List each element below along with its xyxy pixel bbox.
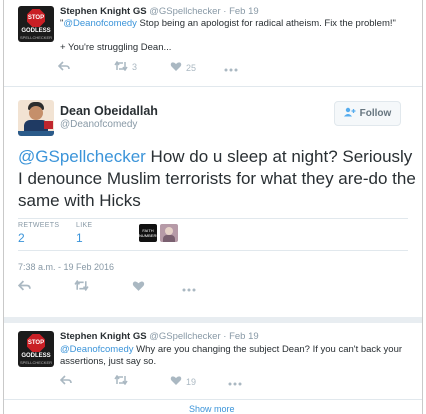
divider: [4, 399, 422, 400]
stop-sign-icon: STOP: [27, 334, 45, 352]
author-name[interactable]: Dean Obeidallah: [60, 104, 158, 118]
divider: [18, 250, 408, 251]
avatar-bar: [18, 131, 54, 136]
liker-avatar-text: FAITH NUMBERS: [139, 228, 157, 238]
retweets-label: RETWEETS: [18, 222, 60, 229]
reply-icon: [17, 280, 31, 291]
author-handle[interactable]: @GSpellchecker: [149, 6, 220, 17]
reply-icon: [59, 375, 72, 385]
tweet-text-line: + You're struggling Dean...: [60, 42, 172, 53]
avatar[interactable]: STOP GODLESS SPELLCHECKER: [18, 6, 54, 42]
author-name[interactable]: Stephen Knight GS: [60, 6, 147, 17]
meta-separator: ·: [223, 6, 227, 17]
tweet-body: Stop being an apologist for radical athe…: [136, 18, 396, 29]
likes-label: LIKE: [76, 222, 93, 229]
liker-avatar[interactable]: FAITH NUMBERS: [139, 224, 157, 242]
mention-link[interactable]: @GSpellchecker: [18, 147, 146, 166]
mention-link[interactable]: @Deanofcomedy: [63, 18, 137, 29]
tweet-date[interactable]: Feb 19: [229, 331, 259, 342]
follow-button[interactable]: Follow: [334, 101, 401, 126]
avatar[interactable]: STOP GODLESS SPELLCHECKER: [18, 331, 54, 367]
liker-avatar[interactable]: [160, 224, 178, 242]
reply-button[interactable]: [17, 280, 31, 294]
avatar-face: [29, 106, 43, 120]
heart-icon: [170, 376, 182, 385]
retweet-icon: [114, 374, 128, 386]
tweet-text: @Deanofcomedy Why are you changing the s…: [60, 344, 412, 368]
tweet-header: Stephen Knight GS @GSpellchecker · Feb 1…: [60, 6, 259, 17]
author-handle[interactable]: @Deanofcomedy: [60, 119, 137, 130]
tweet-text: @GSpellchecker How do u sleep at night? …: [18, 146, 416, 212]
reply-button[interactable]: [59, 375, 72, 388]
likes-count[interactable]: 1: [76, 231, 83, 245]
retweets-count[interactable]: 2: [18, 231, 25, 245]
more-button[interactable]: [182, 283, 196, 295]
mention-link[interactable]: @Deanofcomedy: [60, 344, 134, 355]
like-count: 25: [186, 63, 197, 73]
more-icon: [228, 382, 242, 386]
retweet-button[interactable]: [114, 374, 128, 388]
tweet-text: "@Deanofcomedy Stop being an apologist f…: [60, 18, 410, 30]
avatar-logo-subtext: SPELLCHECKER: [19, 360, 52, 365]
heart-icon: [170, 62, 182, 71]
show-more-link[interactable]: Show more: [189, 404, 235, 414]
tweet-header: Stephen Knight GS @GSpellchecker · Feb 1…: [60, 331, 259, 342]
tweet-date[interactable]: Feb 19: [229, 6, 259, 17]
divider: [18, 218, 408, 219]
more-button[interactable]: [228, 377, 242, 389]
retweet-icon: [114, 60, 128, 72]
follow-label: Follow: [359, 108, 392, 119]
more-icon: [224, 68, 238, 72]
author-handle[interactable]: @GSpellchecker: [149, 331, 220, 342]
tweet-timestamp[interactable]: 7:38 a.m. - 19 Feb 2016: [18, 262, 114, 272]
reply-button[interactable]: [57, 61, 70, 74]
like-button[interactable]: 25: [170, 61, 196, 75]
heart-icon: [132, 281, 145, 291]
avatar-badge: [44, 121, 53, 129]
more-icon: [182, 288, 196, 292]
meta-separator: ·: [223, 331, 227, 342]
like-count: 19: [186, 377, 197, 387]
add-user-icon: [343, 107, 356, 120]
like-button[interactable]: [132, 280, 145, 295]
avatar-logo-subtext: SPELLCHECKER: [19, 35, 52, 40]
avatar-logo-text: GODLESS: [21, 353, 51, 359]
retweet-button[interactable]: [74, 279, 89, 294]
like-button[interactable]: 19: [170, 375, 196, 389]
stop-sign-icon: STOP: [27, 9, 45, 27]
retweet-count: 3: [132, 62, 138, 72]
more-button[interactable]: [224, 63, 238, 75]
avatar-logo-text: GODLESS: [21, 28, 51, 34]
retweet-icon: [74, 279, 89, 292]
divider: [4, 86, 422, 87]
retweet-button[interactable]: 3: [114, 60, 138, 74]
author-name[interactable]: Stephen Knight GS: [60, 331, 147, 342]
avatar[interactable]: [18, 100, 54, 136]
thread-gap: [4, 317, 422, 323]
reply-icon: [57, 61, 70, 71]
tweet-thread: STOP GODLESS SPELLCHECKER Stephen Knight…: [3, 0, 423, 414]
